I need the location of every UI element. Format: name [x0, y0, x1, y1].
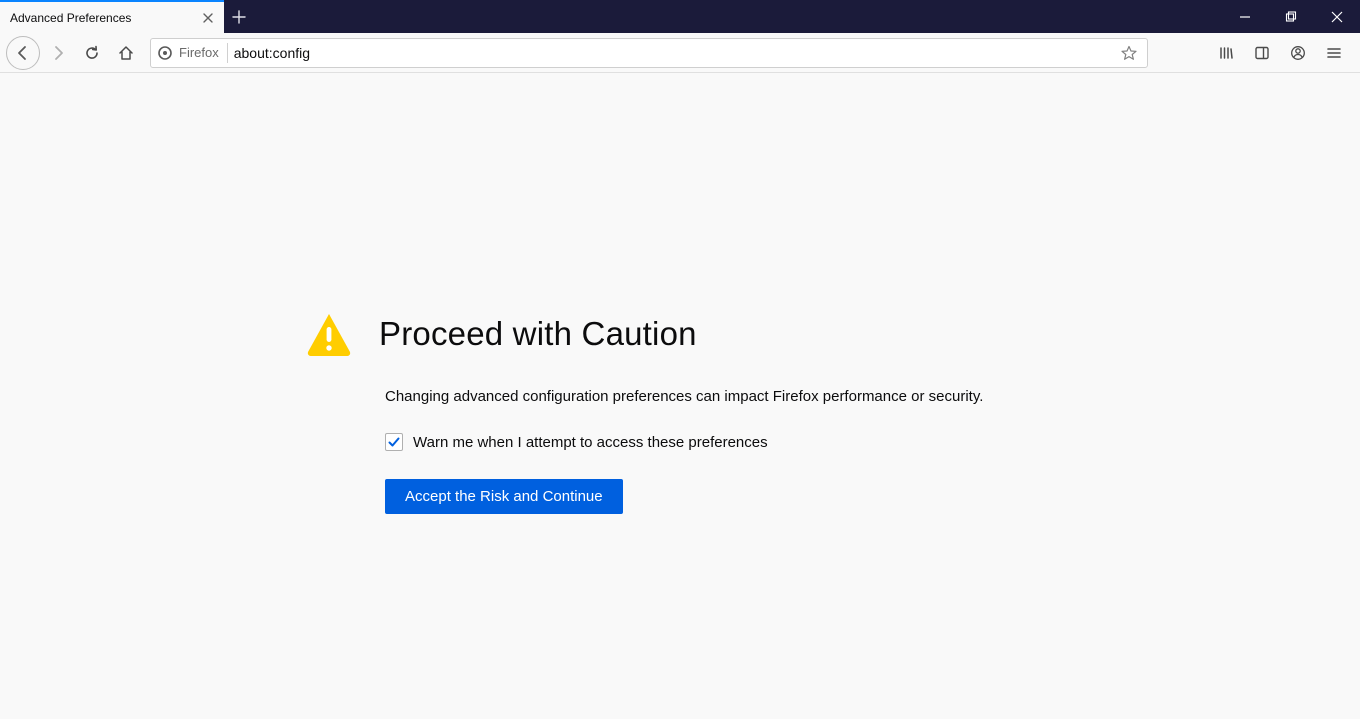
accept-risk-button[interactable]: Accept the Risk and Continue [385, 479, 623, 514]
page-title: Proceed with Caution [379, 315, 697, 353]
close-tab-icon[interactable] [200, 10, 216, 26]
maximize-button[interactable] [1268, 0, 1314, 33]
toolbar-right [1210, 37, 1350, 69]
warning-description: Changing advanced configuration preferen… [385, 388, 1065, 405]
tab-title: Advanced Preferences [10, 11, 200, 25]
window-controls [1222, 0, 1360, 33]
minimize-button[interactable] [1222, 0, 1268, 33]
url-input[interactable] [234, 45, 1111, 61]
warning-triangle-icon [305, 310, 353, 358]
identity-label: Firefox [179, 45, 219, 60]
nav-toolbar: Firefox [0, 33, 1360, 73]
page-content: Proceed with Caution Changing advanced c… [0, 73, 1360, 719]
warn-checkbox-label: Warn me when I attempt to access these p… [413, 434, 768, 451]
reload-button[interactable] [76, 37, 108, 69]
firefox-icon [157, 45, 173, 61]
url-bar[interactable]: Firefox [150, 38, 1148, 68]
menu-icon[interactable] [1318, 37, 1350, 69]
library-icon[interactable] [1210, 37, 1242, 69]
back-button[interactable] [6, 36, 40, 70]
close-window-button[interactable] [1314, 0, 1360, 33]
warn-checkbox-row: Warn me when I attempt to access these p… [385, 433, 1065, 451]
bookmark-star-icon[interactable] [1117, 41, 1141, 65]
title-row: Proceed with Caution [305, 310, 1065, 358]
new-tab-button[interactable] [224, 0, 254, 33]
titlebar: Advanced Preferences [0, 0, 1360, 33]
sidebar-icon[interactable] [1246, 37, 1278, 69]
identity-box[interactable]: Firefox [157, 43, 228, 63]
warn-checkbox[interactable] [385, 433, 403, 451]
home-button[interactable] [110, 37, 142, 69]
browser-tab[interactable]: Advanced Preferences [0, 0, 224, 33]
forward-button[interactable] [42, 37, 74, 69]
account-icon[interactable] [1282, 37, 1314, 69]
warning-block: Proceed with Caution Changing advanced c… [305, 310, 1065, 514]
